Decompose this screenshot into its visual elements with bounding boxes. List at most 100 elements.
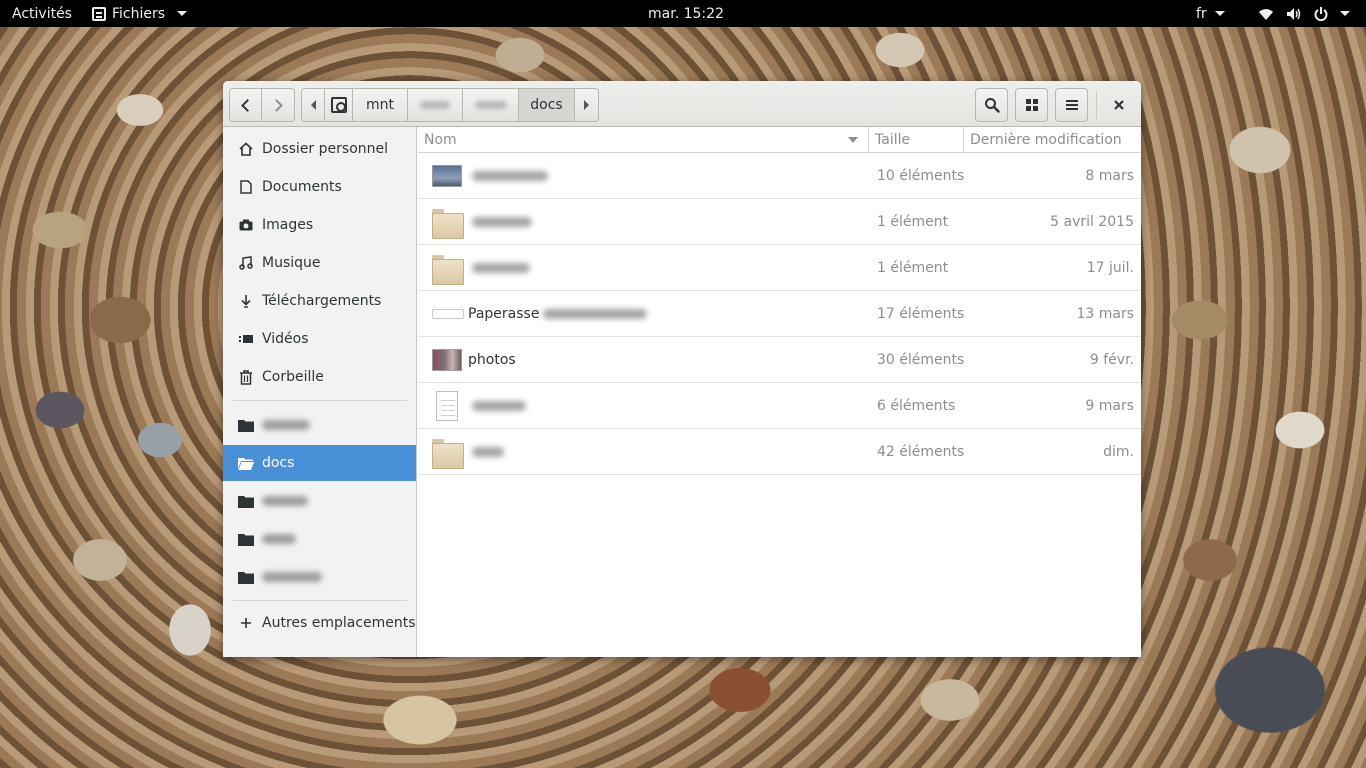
pathbar-root-button[interactable] [325, 88, 353, 122]
file-modified: 8 mars [1085, 168, 1134, 184]
file-modified: 9 mars [1085, 398, 1134, 414]
table-row[interactable]: 10 éléments 8 mars [418, 153, 1141, 199]
sidebar-item-label: docs [262, 455, 295, 471]
sidebar-item-label: Autres emplacements [262, 615, 416, 631]
power-icon [1314, 6, 1328, 21]
wifi-icon [1259, 8, 1273, 20]
menu-button[interactable] [1055, 88, 1088, 122]
sidebar-other-locations[interactable]: Autres emplacements [223, 605, 416, 641]
table-row[interactable]: 1 élément 17 juil. [418, 245, 1141, 291]
table-row[interactable]: Paperasse 17 éléments 13 mars [418, 291, 1141, 337]
download-icon [238, 293, 254, 309]
activities-label: Activités [12, 5, 72, 22]
file-size: 6 éléments [877, 398, 956, 414]
pathbar-scroll-right-button[interactable] [575, 88, 599, 122]
file-modified: dim. [1103, 444, 1134, 460]
files-app-icon [92, 6, 106, 21]
redacted-text [472, 401, 526, 411]
sidebar-item-label: Téléchargements [262, 293, 382, 309]
file-list: Nom Taille Dernière modification 10 élém… [418, 127, 1141, 657]
hamburger-icon [1065, 100, 1078, 110]
camera-icon [238, 217, 254, 233]
redacted-text [420, 101, 450, 109]
file-size: 10 éléments [877, 168, 965, 184]
sidebar-bookmark-5[interactable] [223, 559, 416, 595]
app-menu-button[interactable]: Fichiers [92, 0, 188, 27]
app-menu-label: Fichiers [112, 5, 166, 22]
file-name-text: photos [468, 352, 516, 368]
forward-button[interactable] [262, 88, 295, 122]
arrow-left-icon [310, 100, 316, 110]
file-name: Paperasse [468, 291, 648, 337]
activities-button[interactable]: Activités [12, 0, 72, 27]
chevron-down-icon [1340, 11, 1350, 16]
table-row[interactable]: photos 30 éléments 9 févr. [418, 337, 1141, 383]
redacted-text [543, 309, 648, 319]
sidebar-bookmark-1[interactable] [223, 407, 416, 443]
sidebar-bookmark-3[interactable] [223, 483, 416, 519]
sidebar: Dossier personnel Documents Images Musiq… [223, 127, 417, 657]
pathbar-segment-hidden-1[interactable] [408, 88, 463, 122]
sidebar-item-trash[interactable]: Corbeille [223, 359, 416, 395]
folder-icon [432, 437, 464, 469]
sidebar-item-downloads[interactable]: Téléchargements [223, 283, 416, 319]
pathbar-segment-hidden-2[interactable] [463, 88, 519, 122]
sidebar-item-label: Documents [262, 179, 342, 195]
top-bar: Activités Fichiers mar. 15:22 fr [0, 0, 1366, 27]
file-modified: 5 avril 2015 [1050, 214, 1134, 230]
file-name [468, 383, 526, 429]
table-row[interactable]: 6 éléments 9 mars [418, 383, 1141, 429]
redacted-text [472, 447, 504, 457]
table-row[interactable]: 42 éléments dim. [418, 429, 1141, 475]
view-mode-button[interactable] [1015, 88, 1048, 122]
header-separator [1096, 91, 1097, 119]
column-header-label: Nom [424, 132, 457, 148]
sidebar-item-images[interactable]: Images [223, 207, 416, 243]
file-size: 17 éléments [877, 306, 965, 322]
back-arrow-icon [241, 98, 254, 112]
sidebar-item-home[interactable]: Dossier personnel [223, 131, 416, 167]
file-name [468, 199, 532, 245]
column-header-label: Taille [875, 132, 911, 148]
pathbar-segment-mnt[interactable]: mnt [353, 88, 408, 122]
file-name: photos [468, 337, 516, 383]
trash-icon [238, 369, 254, 385]
redacted-text [472, 171, 548, 181]
column-header-size[interactable]: Taille [869, 127, 964, 153]
sidebar-item-label: Images [262, 217, 314, 233]
redacted-text [262, 534, 296, 544]
pathbar-segment-label: mnt [366, 97, 394, 113]
file-size: 30 éléments [877, 352, 965, 368]
file-name [468, 153, 548, 199]
close-icon [1114, 100, 1124, 110]
sidebar-item-videos[interactable]: Vidéos [223, 321, 416, 357]
sidebar-bookmark-docs[interactable]: docs [223, 445, 416, 481]
close-button[interactable] [1103, 88, 1135, 122]
file-modified: 17 juil. [1086, 260, 1134, 276]
sidebar-separator [233, 400, 407, 401]
folder-icon [238, 569, 254, 585]
folder-open-icon [238, 455, 254, 471]
sidebar-bookmark-4[interactable] [223, 521, 416, 557]
image-thumbnail [432, 161, 464, 191]
sidebar-item-music[interactable]: Musique [223, 245, 416, 281]
system-status-menu[interactable] [1258, 0, 1350, 27]
folder-icon [238, 531, 254, 547]
path-bar: mnt docs [301, 88, 599, 122]
back-button[interactable] [229, 88, 262, 122]
pathbar-scroll-left-button[interactable] [301, 88, 325, 122]
redacted-text [262, 420, 310, 430]
column-header-modified[interactable]: Dernière modification [964, 127, 1141, 153]
file-modified: 13 mars [1076, 306, 1134, 322]
sidebar-item-documents[interactable]: Documents [223, 169, 416, 205]
folder-icon [238, 493, 254, 509]
search-button[interactable] [975, 88, 1008, 122]
clock[interactable]: mar. 15:22 [648, 0, 724, 27]
column-header-name[interactable]: Nom [418, 127, 869, 153]
table-row[interactable]: 1 élément 5 avril 2015 [418, 199, 1141, 245]
pathbar-segment-label: docs [530, 97, 563, 113]
pathbar-segment-current[interactable]: docs [519, 88, 575, 122]
arrow-right-icon [584, 100, 589, 110]
language-selector[interactable]: fr [1196, 0, 1225, 27]
language-label: fr [1196, 5, 1207, 22]
